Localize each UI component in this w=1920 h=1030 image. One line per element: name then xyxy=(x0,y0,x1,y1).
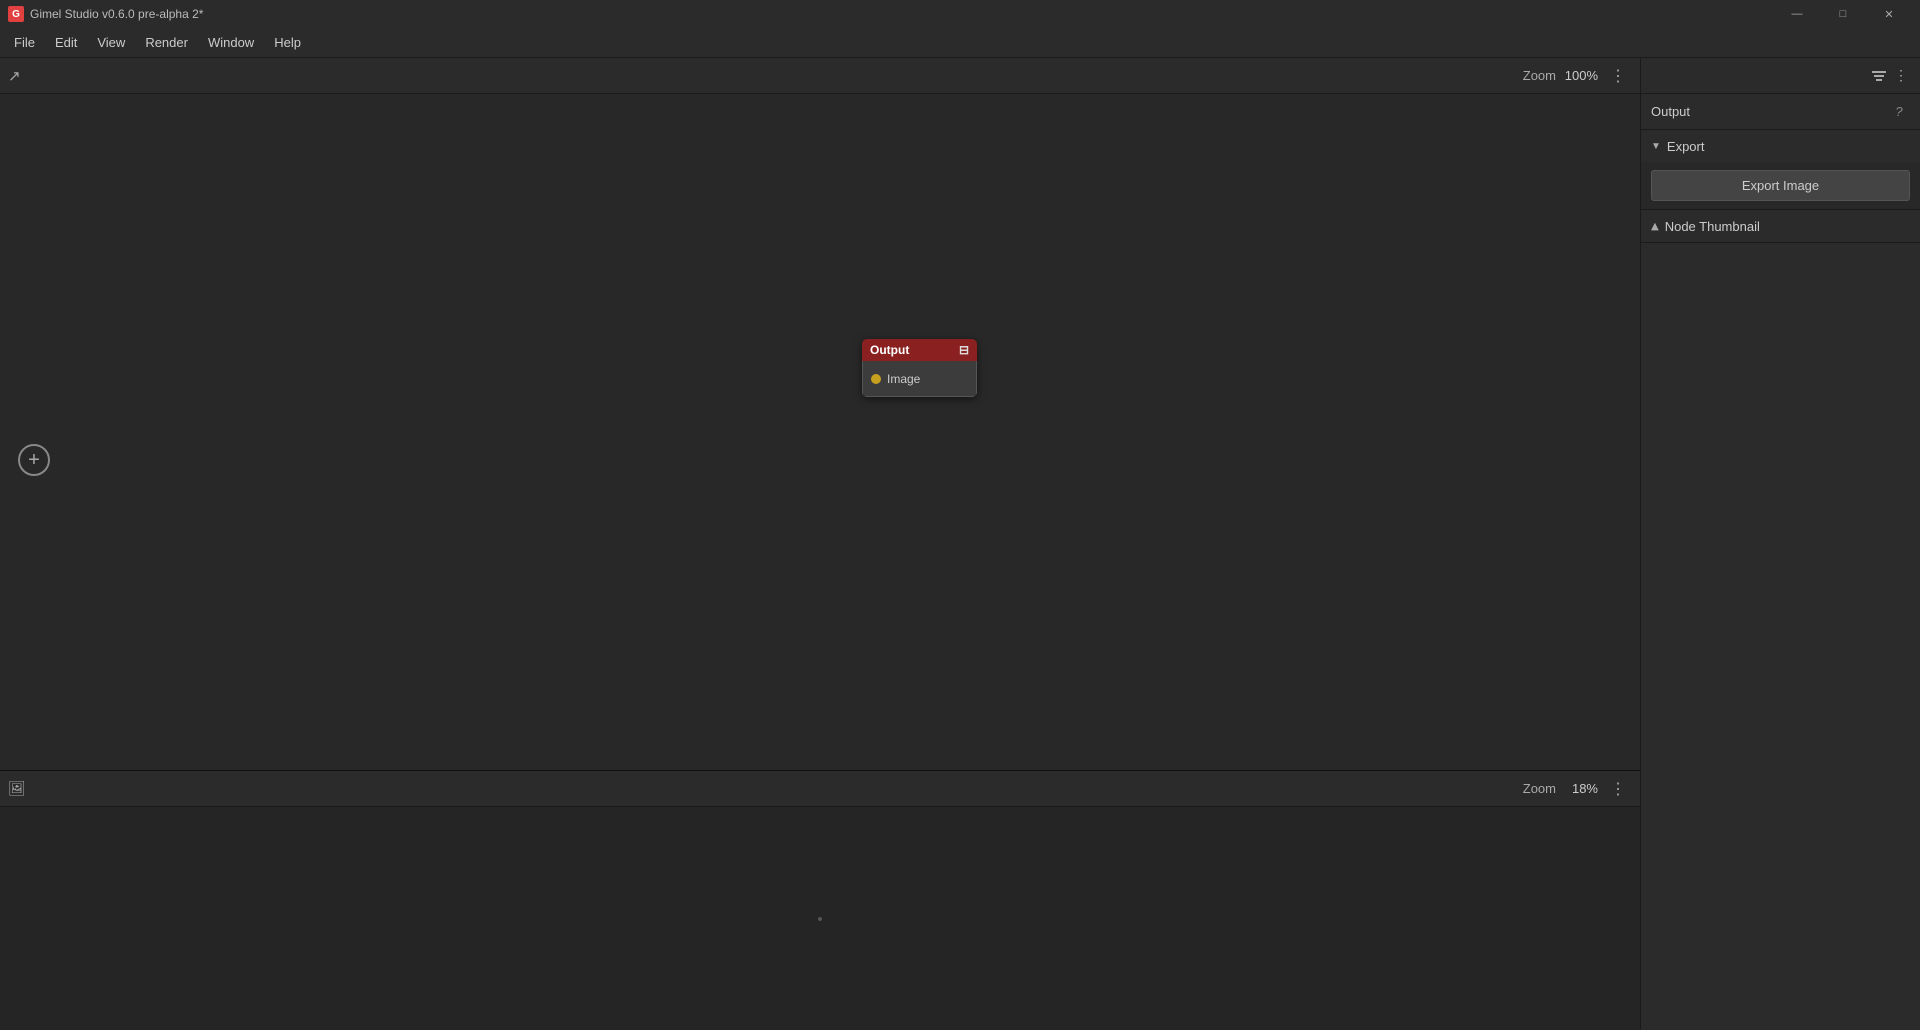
menu-file[interactable]: File xyxy=(4,31,45,54)
node-thumbnail-chevron: ▶ xyxy=(1649,222,1660,230)
minimize-button[interactable]: — xyxy=(1774,0,1820,28)
main-layout: ↗ Zoom 100% ⋮ Output ⊟ Image xyxy=(0,58,1920,1030)
help-icon[interactable]: ? xyxy=(1888,101,1910,123)
image-viewer-toolbar: 🖼 Zoom 18% ⋮ xyxy=(0,771,1640,807)
close-button[interactable]: ✕ xyxy=(1866,0,1912,28)
export-section-content: Export Image xyxy=(1641,162,1920,209)
canvas-center-dot xyxy=(818,917,822,921)
export-section-header[interactable]: ▼ Export xyxy=(1641,130,1920,162)
node-thumbnail-section-header[interactable]: ▶ Node Thumbnail xyxy=(1641,210,1920,242)
zoom-value: 100% xyxy=(1562,68,1598,83)
panel-more-icon[interactable]: ⋮ xyxy=(1890,65,1912,87)
right-panel-header: Output ? xyxy=(1641,94,1920,130)
titlebar-left: G Gimel Studio v0.6.0 pre-alpha 2* xyxy=(8,6,203,22)
node-thumbnail-section: ▶ Node Thumbnail xyxy=(1641,210,1920,243)
editor-area: ↗ Zoom 100% ⋮ Output ⊟ Image xyxy=(0,58,1640,1030)
output-node[interactable]: Output ⊟ Image xyxy=(862,339,977,397)
output-node-header: Output ⊟ xyxy=(862,339,977,361)
titlebar-controls: — □ ✕ xyxy=(1774,0,1912,28)
image-viewer-more-button[interactable]: ⋮ xyxy=(1604,775,1632,803)
node-toolbar: ↗ Zoom 100% ⋮ xyxy=(0,58,1640,94)
zoom-label: Zoom xyxy=(1523,68,1556,83)
output-node-body: Image xyxy=(862,361,977,397)
node-toolbar-left: ↗ xyxy=(8,67,21,85)
right-panel: ⋮ Output ? ▼ Export Export Image ▶ Node … xyxy=(1640,58,1920,1030)
menu-help[interactable]: Help xyxy=(264,31,311,54)
node-collapse-icon[interactable]: ⊟ xyxy=(959,343,969,357)
export-image-button[interactable]: Export Image xyxy=(1651,170,1910,201)
add-node-button[interactable]: + xyxy=(18,444,50,476)
export-chevron: ▼ xyxy=(1651,141,1661,152)
app-icon: G xyxy=(8,6,24,22)
output-node-title: Output xyxy=(870,343,909,357)
image-zoom-value: 18% xyxy=(1562,781,1598,796)
menu-render[interactable]: Render xyxy=(135,31,198,54)
node-port-label: Image xyxy=(887,372,920,386)
right-panel-title: Output xyxy=(1651,104,1690,119)
node-thumbnail-section-label: Node Thumbnail xyxy=(1665,219,1760,234)
menu-window[interactable]: Window xyxy=(198,31,264,54)
image-viewer-canvas[interactable] xyxy=(0,807,1640,1030)
menu-view[interactable]: View xyxy=(87,31,135,54)
menu-edit[interactable]: Edit xyxy=(45,31,87,54)
export-section: ▼ Export Export Image xyxy=(1641,130,1920,210)
image-viewer-zoom-group: Zoom 18% ⋮ xyxy=(1523,775,1632,803)
node-port-dot xyxy=(871,374,881,384)
image-viewer: 🖼 Zoom 18% ⋮ xyxy=(0,770,1640,1030)
right-panel-toolbar: ⋮ xyxy=(1641,58,1920,94)
export-section-label: Export xyxy=(1667,139,1705,154)
titlebar-title: Gimel Studio v0.6.0 pre-alpha 2* xyxy=(30,7,203,21)
image-viewer-icon: 🖼 xyxy=(8,780,26,797)
node-more-button[interactable]: ⋮ xyxy=(1604,62,1632,90)
titlebar: G Gimel Studio v0.6.0 pre-alpha 2* — □ ✕ xyxy=(0,0,1920,28)
image-zoom-label: Zoom xyxy=(1523,781,1556,796)
node-toolbar-right: Zoom 100% ⋮ xyxy=(1523,62,1632,90)
menubar: File Edit View Render Window Help xyxy=(0,28,1920,58)
maximize-button[interactable]: □ xyxy=(1820,0,1866,28)
share-icon[interactable]: ↗ xyxy=(8,67,21,85)
node-canvas[interactable]: Output ⊟ Image + xyxy=(0,94,1640,770)
filter-icon[interactable] xyxy=(1868,65,1890,87)
